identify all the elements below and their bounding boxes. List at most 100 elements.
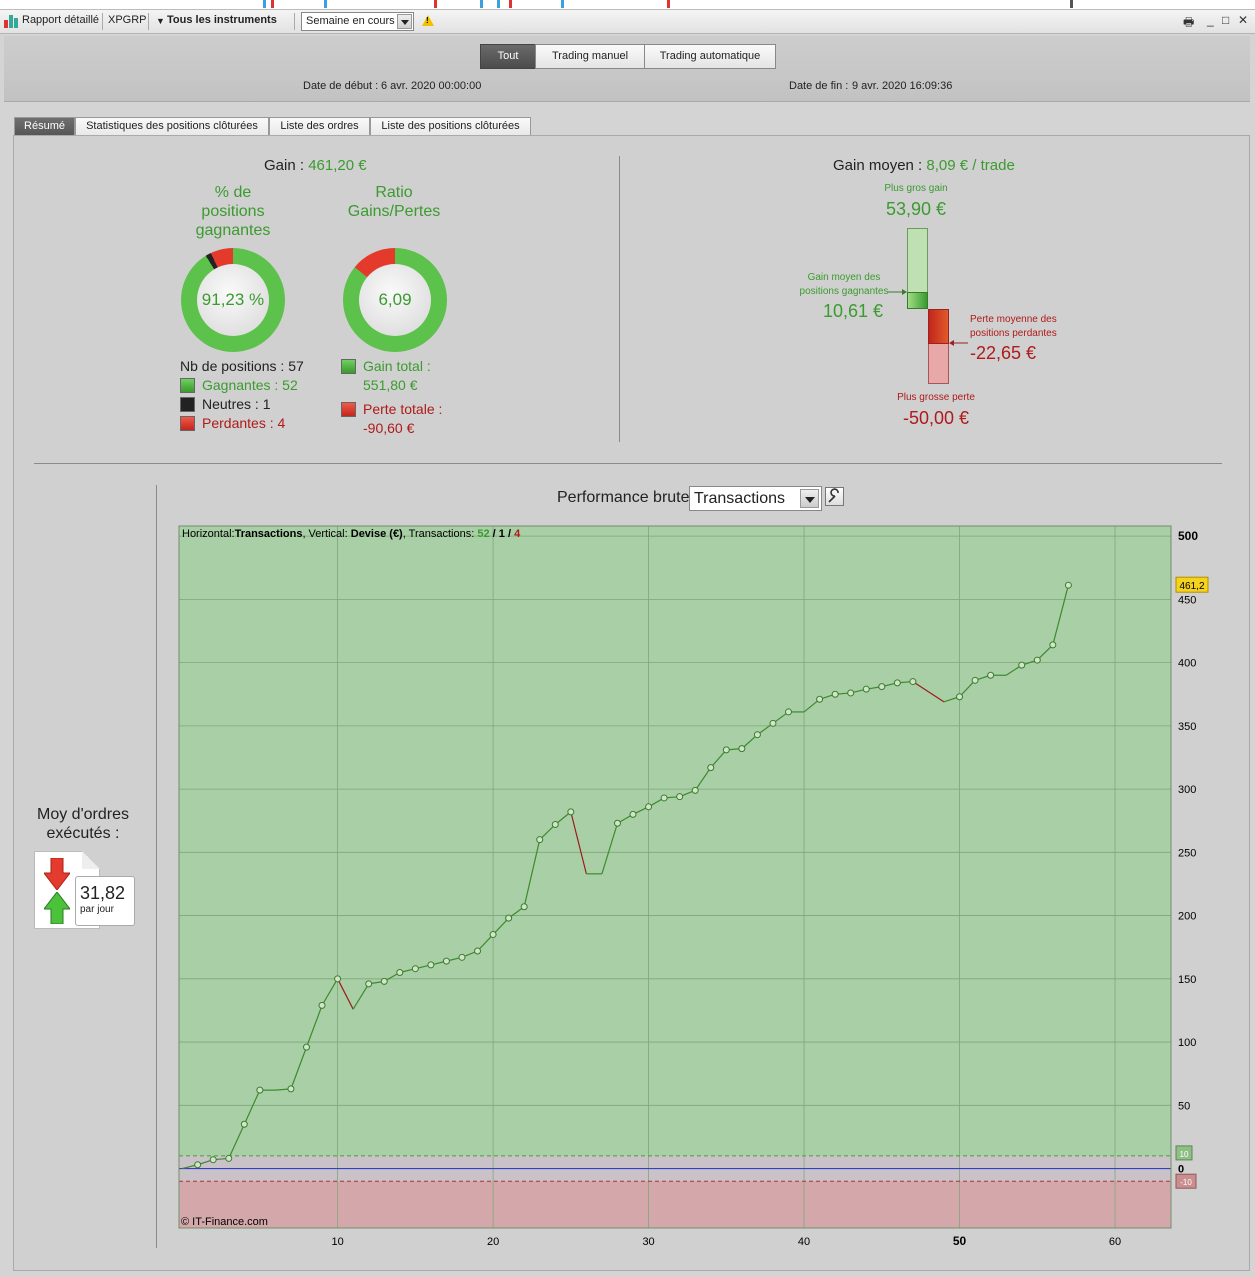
chart-info: Horizontal:Transactions, Vertical: Devis… — [182, 528, 521, 540]
data-point — [240, 1120, 248, 1128]
warning-icon[interactable] — [422, 15, 434, 26]
data-point — [971, 676, 979, 684]
ratio-donut: 6,09 — [343, 248, 447, 352]
segment-tout[interactable]: Tout — [480, 44, 536, 69]
data-point — [831, 690, 839, 698]
x-tick-label: 40 — [798, 1236, 810, 1248]
segment-trading-automatique[interactable]: Trading automatique — [644, 44, 776, 69]
perte-moyenne-line2: positions perdantes — [970, 328, 1057, 339]
perte-moyenne-line1: Perte moyenne des — [970, 314, 1057, 325]
perdantes-count: Perdantes : 4 — [202, 415, 286, 431]
data-point — [660, 794, 668, 802]
plus-gros-gain-value: 53,90 € — [885, 199, 947, 219]
legend-red-swatch — [180, 416, 195, 431]
win-percentage-donut: 91,23 % — [181, 248, 285, 352]
perte-moyenne-label: Perte moyenne des positions perdantes — [970, 313, 1080, 341]
gain-moyen-value: 8,09 € / trade — [926, 157, 1015, 174]
x-tick-label: 30 — [642, 1236, 654, 1248]
chevron-down-icon[interactable] — [397, 14, 412, 29]
data-point — [551, 821, 559, 829]
pct-title-line2: positions — [201, 203, 265, 220]
gain-moyen-gagnantes-line1: Gain moyen des — [807, 272, 881, 283]
legend-green-swatch — [180, 378, 195, 393]
data-point — [613, 819, 621, 827]
loss-zone — [179, 1181, 1171, 1228]
data-point — [458, 953, 466, 961]
report-detailed-button[interactable]: Rapport détaillé — [22, 14, 99, 26]
plus-gros-gain-label: Plus gros gain — [884, 183, 948, 194]
orders-title: Moy d'ordres exécutés : — [24, 805, 142, 843]
ratio-title: Ratio Gains/Pertes — [339, 183, 449, 221]
upper-band-label: 10 — [1180, 1150, 1189, 1159]
data-point — [302, 1043, 310, 1051]
data-point — [209, 1156, 217, 1164]
x-tick-label: 50 — [953, 1234, 967, 1248]
orders-title-line1: Moy d'ordres — [37, 806, 129, 823]
maximize-icon[interactable]: □ — [1222, 13, 1229, 27]
lower-band-label: -10 — [1180, 1178, 1192, 1187]
data-point — [1049, 641, 1057, 649]
data-point — [1018, 661, 1026, 669]
data-point — [505, 914, 513, 922]
gain-moyen-label: Gain moyen : — [833, 157, 923, 174]
data-point — [847, 689, 855, 697]
arrow-up-icon — [44, 892, 70, 924]
gain-total-label: Gain total : — [363, 358, 431, 374]
gain-label: Gain : — [264, 157, 305, 174]
plus-grosse-perte-label: Plus grosse perte — [897, 392, 975, 403]
wrench-icon[interactable] — [825, 487, 844, 506]
tab-liste-positions[interactable]: Liste des positions clôturées — [370, 117, 531, 136]
dropdown-arrow-icon[interactable]: ▼ — [156, 16, 165, 26]
tab-liste-ordres[interactable]: Liste des ordres — [269, 117, 370, 136]
performance-title: Performance brute — [557, 489, 690, 506]
data-point — [893, 679, 901, 687]
data-point — [365, 980, 373, 988]
data-point — [645, 803, 653, 811]
data-point — [225, 1154, 233, 1162]
chart-copyright: © IT-Finance.com — [181, 1216, 268, 1228]
tab-statistiques[interactable]: Statistiques des positions clôturées — [75, 117, 269, 136]
win-percentage-value: 91,23 % — [201, 290, 265, 309]
end-date-value: 9 avr. 2020 16:09:36 — [852, 80, 953, 92]
data-point — [1064, 581, 1072, 589]
data-point — [256, 1086, 264, 1094]
close-icon[interactable]: ✕ — [1238, 13, 1248, 27]
data-point — [442, 957, 450, 965]
performance-select[interactable]: Transactions — [689, 486, 822, 511]
minimize-icon[interactable]: _ — [1207, 13, 1214, 27]
tab-resume[interactable]: Résumé — [14, 117, 75, 136]
y-tick-label: 450 — [1178, 594, 1196, 606]
data-point — [769, 719, 777, 727]
chevron-down-icon[interactable] — [800, 489, 819, 508]
divider-vertical-left — [156, 485, 157, 1248]
y-tick-label: 300 — [1178, 784, 1196, 796]
y-tick-label: 250 — [1178, 847, 1196, 859]
data-point — [411, 965, 419, 973]
instruments-dropdown[interactable]: Tous les instruments — [167, 14, 277, 26]
data-point — [396, 968, 404, 976]
data-point — [194, 1161, 202, 1169]
chart-strip-top — [0, 0, 1255, 10]
data-point — [380, 977, 388, 985]
perte-totale-swatch — [341, 402, 356, 417]
gain-moyen: Gain moyen : 8,09 € / trade — [833, 157, 1015, 174]
orders-callout: 31,82 par jour — [75, 876, 135, 926]
gain-total-value: 551,80 € — [363, 377, 418, 393]
y-tick-label: 400 — [1178, 658, 1196, 670]
data-point — [738, 745, 746, 753]
gain-zone — [179, 526, 1171, 1156]
pct-title-line1: % de — [214, 184, 252, 201]
orders-unit: par jour — [80, 904, 114, 915]
data-point — [567, 808, 575, 816]
period-select[interactable]: Semaine en cours — [301, 12, 414, 31]
data-point — [862, 685, 870, 693]
account-label[interactable]: XPGRP — [108, 14, 147, 26]
segment-trading-manuel[interactable]: Trading manuel — [535, 44, 645, 69]
data-point — [1033, 656, 1041, 664]
gain-summary: Gain : 461,20 € — [264, 157, 367, 174]
header-panel: Tout Trading manuel Trading automatique … — [4, 36, 1250, 102]
print-icon[interactable]: 🖶 — [1183, 13, 1194, 34]
data-point — [536, 836, 544, 844]
performance-select-value: Transactions — [694, 490, 785, 507]
data-point — [520, 903, 528, 911]
